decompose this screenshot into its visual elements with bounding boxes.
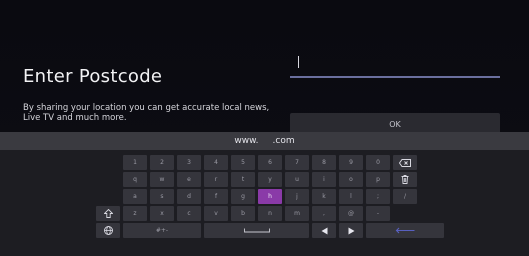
arrow-left-icon: [321, 227, 327, 234]
postcode-input[interactable]: [290, 52, 500, 78]
key-z[interactable]: z: [123, 206, 147, 221]
key-e[interactable]: e: [177, 172, 201, 187]
key-6[interactable]: 6: [258, 155, 282, 170]
key-p[interactable]: p: [366, 172, 390, 187]
key-d[interactable]: d: [177, 189, 201, 204]
cursor-right-key[interactable]: [339, 223, 363, 238]
backspace-key[interactable]: [393, 155, 417, 170]
key-comma[interactable]: ,: [312, 206, 336, 221]
key-v[interactable]: v: [204, 206, 228, 221]
key-8[interactable]: 8: [312, 155, 336, 170]
com-shortcut[interactable]: .com: [273, 136, 295, 146]
shift-key[interactable]: [96, 206, 120, 221]
key-o[interactable]: o: [339, 172, 363, 187]
key-7[interactable]: 7: [285, 155, 309, 170]
key-c[interactable]: c: [177, 206, 201, 221]
key-m[interactable]: m: [285, 206, 309, 221]
key-2[interactable]: 2: [150, 155, 174, 170]
description-text: By sharing your location you can get acc…: [23, 103, 270, 123]
key-semicolon[interactable]: ;: [366, 189, 390, 204]
key-y[interactable]: y: [258, 172, 282, 187]
space-icon: [243, 228, 270, 233]
key-w[interactable]: w: [150, 172, 174, 187]
key-f[interactable]: f: [204, 189, 228, 204]
space-key[interactable]: [204, 223, 309, 238]
enter-icon: [395, 227, 415, 234]
key-g[interactable]: g: [231, 189, 255, 204]
key-u[interactable]: u: [285, 172, 309, 187]
key-0[interactable]: 0: [366, 155, 390, 170]
trash-icon: [401, 175, 409, 184]
language-key[interactable]: [96, 223, 120, 238]
key-1[interactable]: 1: [123, 155, 147, 170]
key-j[interactable]: j: [285, 189, 309, 204]
www-shortcut[interactable]: www.: [234, 136, 258, 146]
key-9[interactable]: 9: [339, 155, 363, 170]
key-dash[interactable]: -: [366, 206, 390, 221]
key-q[interactable]: q: [123, 172, 147, 187]
key-at[interactable]: @: [339, 206, 363, 221]
text-cursor: [298, 56, 299, 68]
globe-icon: [103, 226, 113, 235]
key-h-selected[interactable]: h: [258, 189, 282, 204]
key-n[interactable]: n: [258, 206, 282, 221]
key-a[interactable]: a: [123, 189, 147, 204]
key-r[interactable]: r: [204, 172, 228, 187]
on-screen-keyboard: 1 2 3 4 5 6 7 8 9 0 q w e r t y u i o p: [0, 150, 529, 256]
key-k[interactable]: k: [312, 189, 336, 204]
symbols-key[interactable]: #+-: [123, 223, 201, 238]
enter-key[interactable]: [366, 223, 444, 238]
key-i[interactable]: i: [312, 172, 336, 187]
key-4[interactable]: 4: [204, 155, 228, 170]
cursor-left-key[interactable]: [312, 223, 336, 238]
key-s[interactable]: s: [150, 189, 174, 204]
key-5[interactable]: 5: [231, 155, 255, 170]
page-title: Enter Postcode: [23, 66, 163, 87]
shift-icon: [103, 209, 113, 218]
key-b[interactable]: b: [231, 206, 255, 221]
key-x[interactable]: x: [150, 206, 174, 221]
key-t[interactable]: t: [231, 172, 255, 187]
url-shortcut-bar: www. .com: [0, 132, 529, 150]
backspace-icon: [399, 158, 411, 167]
key-l[interactable]: l: [339, 189, 363, 204]
key-3[interactable]: 3: [177, 155, 201, 170]
arrow-right-icon: [348, 227, 354, 234]
key-slash[interactable]: /: [393, 189, 417, 204]
delete-key[interactable]: [393, 172, 417, 187]
input-underline: [290, 76, 500, 78]
postcode-screen: Enter Postcode By sharing your location …: [0, 0, 529, 256]
